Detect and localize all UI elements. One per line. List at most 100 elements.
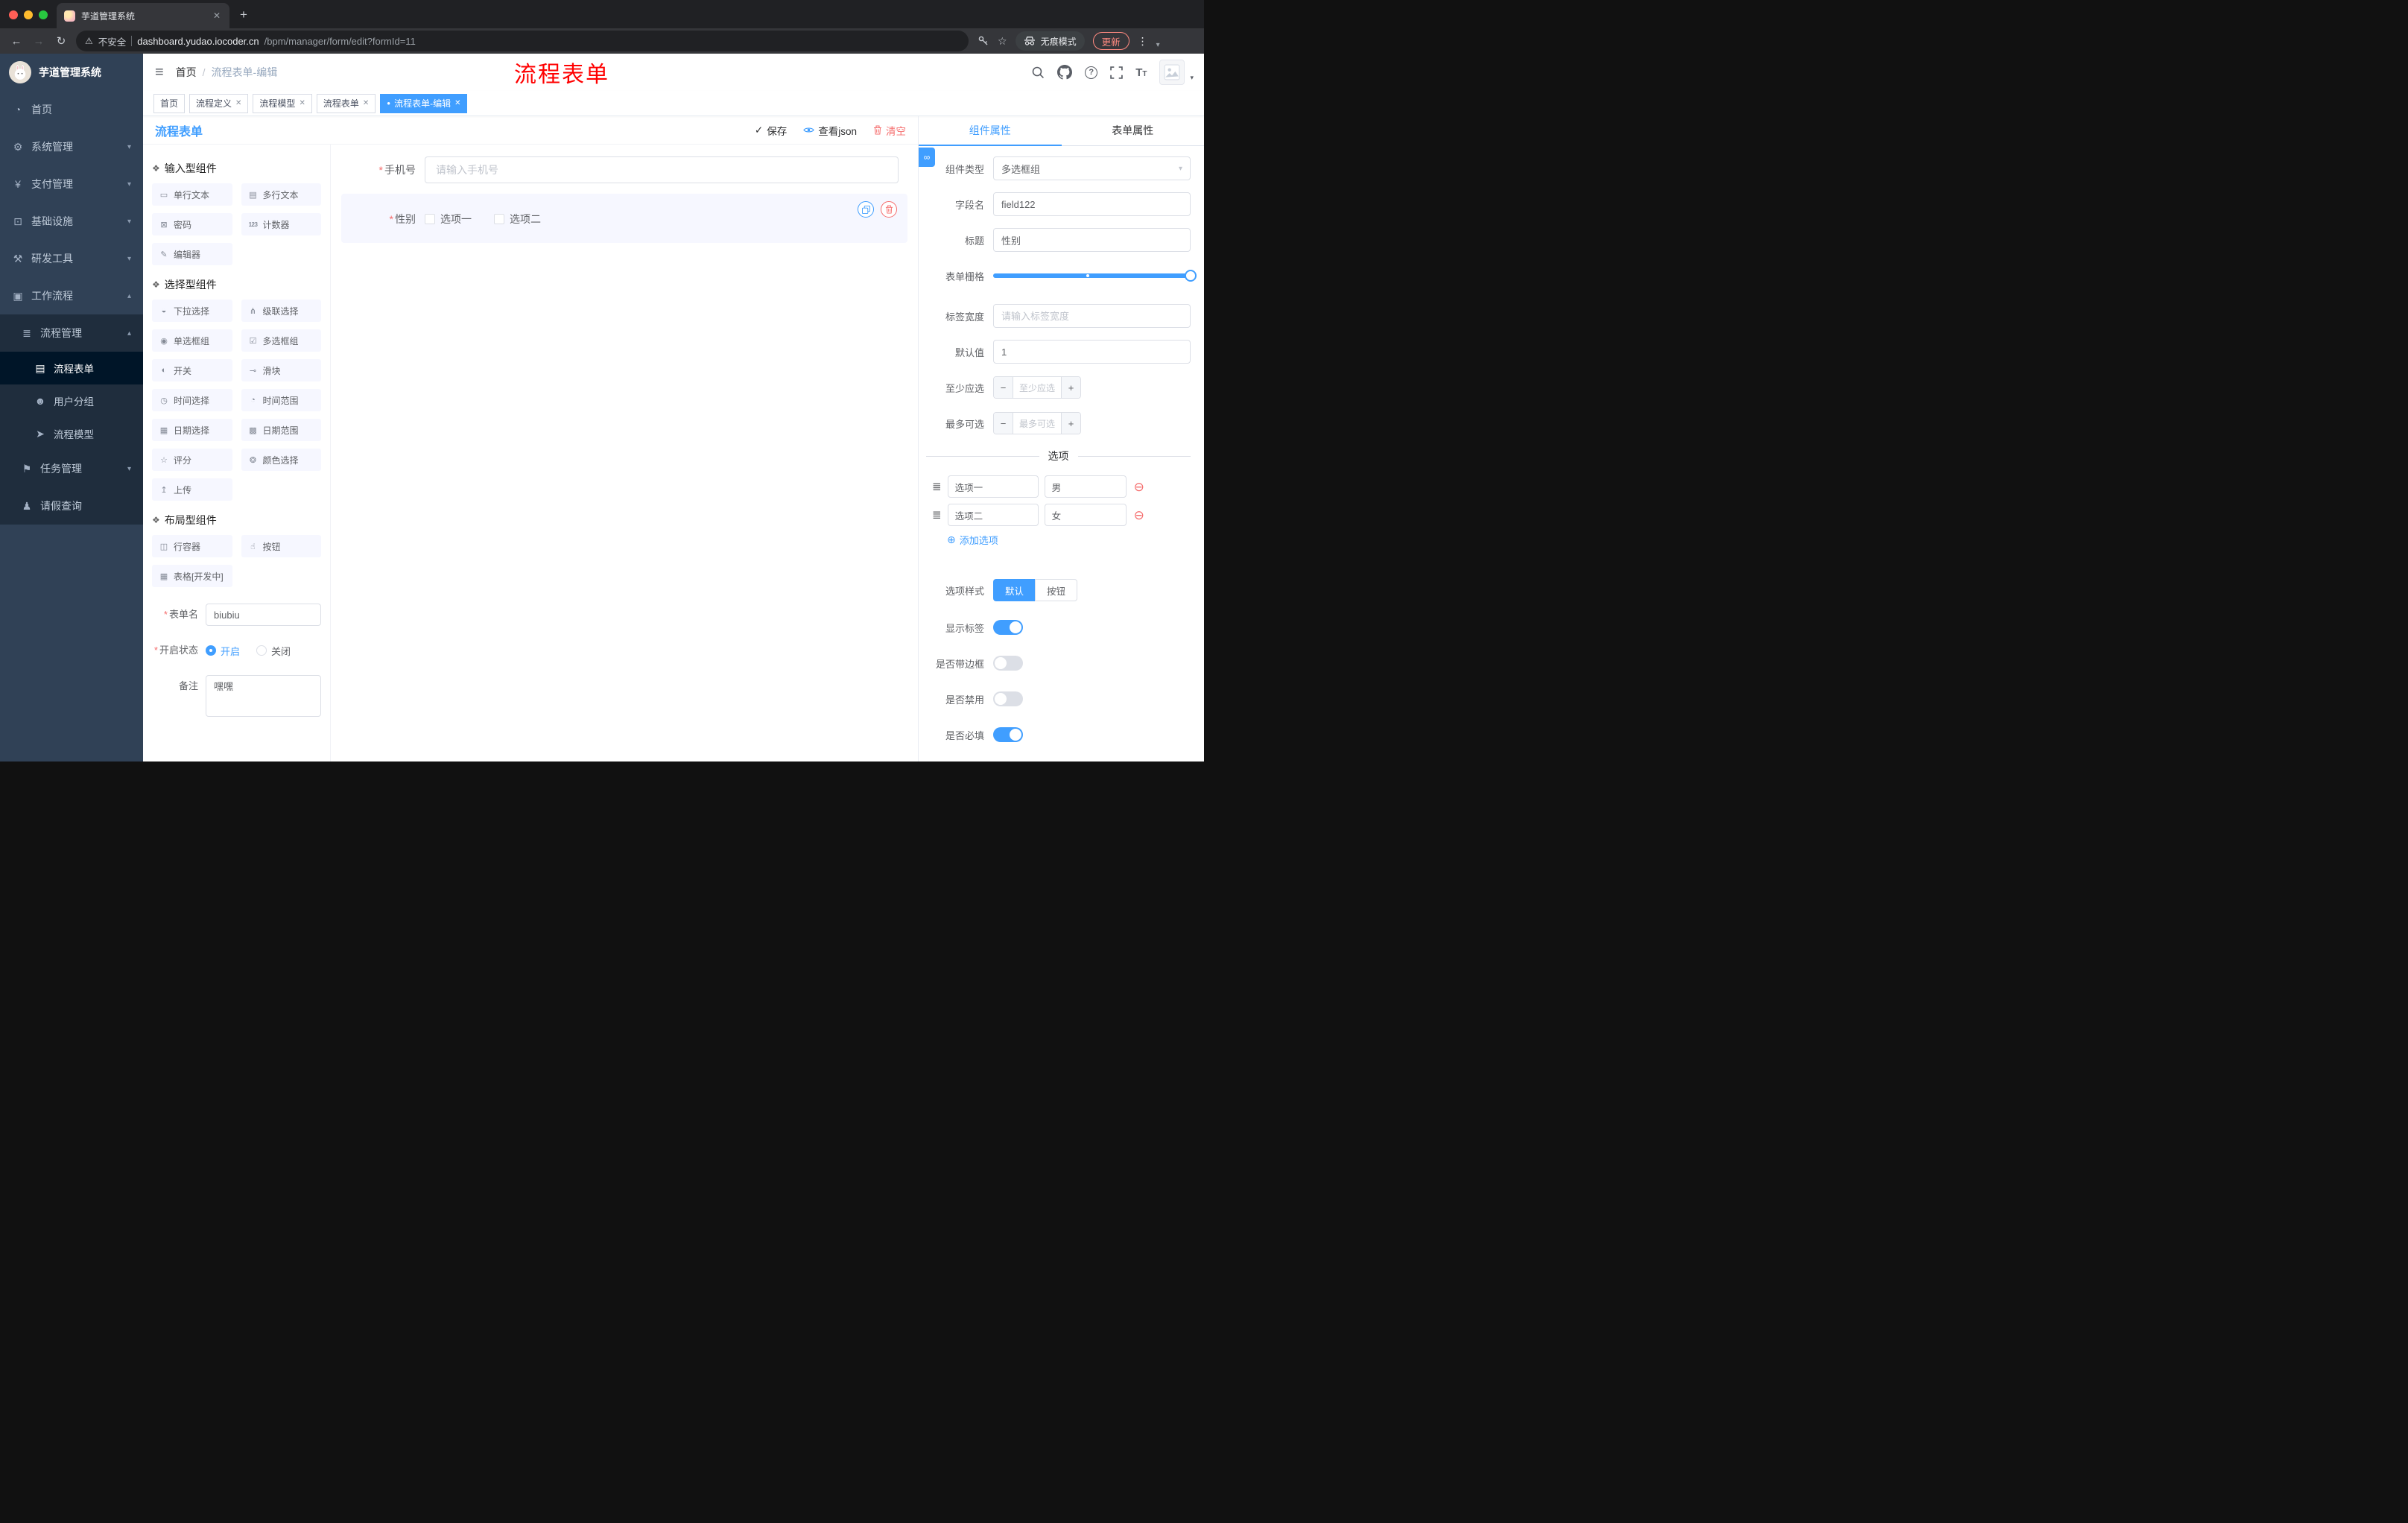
increase-button[interactable]: + xyxy=(1061,413,1080,434)
sidebar-item-process-management[interactable]: ≣ 流程管理 ▴ xyxy=(0,314,143,352)
sidebar-item-infrastructure[interactable]: ⊡ 基础设施 ▾ xyxy=(0,203,143,240)
sidebar-item-user-group[interactable]: ☻ 用户分组 xyxy=(0,384,143,417)
sidebar-item-payment[interactable]: ¥ 支付管理 ▾ xyxy=(0,165,143,203)
form-remark-textarea[interactable]: 嘿嘿 xyxy=(206,675,321,717)
component-type-select[interactable]: 多选框组 ▾ xyxy=(993,156,1191,180)
slider-thumb[interactable] xyxy=(1185,270,1197,282)
component-item[interactable]: ◔ 时间范围 xyxy=(241,389,321,411)
form-canvas[interactable]: * 手机号 请输入手机号 * 性别 选项一 选项二 xyxy=(331,145,918,762)
component-item[interactable]: 123 计数器 xyxy=(241,213,321,235)
max-select-stepper[interactable]: − 最多可选 + xyxy=(993,412,1081,434)
decrease-button[interactable]: − xyxy=(994,377,1013,398)
tag-process-definition[interactable]: 流程定义 ✕ xyxy=(189,93,249,113)
remove-option-button[interactable]: ⊖ xyxy=(1134,481,1144,493)
window-minimize-button[interactable] xyxy=(24,10,33,19)
min-select-stepper[interactable]: − 至少应选 + xyxy=(993,376,1081,399)
breadcrumb-home[interactable]: 首页 xyxy=(176,65,197,80)
add-option-button[interactable]: ⊕ 添加选项 xyxy=(947,532,1191,547)
component-item[interactable]: ☑ 多选框组 xyxy=(241,329,321,352)
tag-close-icon[interactable]: ✕ xyxy=(454,99,460,107)
component-item[interactable]: ◫ 行容器 xyxy=(152,535,232,557)
window-chevron-icon[interactable]: ▾ xyxy=(1156,41,1160,49)
component-item[interactable]: ▦ 表格[开发中] xyxy=(152,565,232,587)
password-key-icon[interactable] xyxy=(978,35,989,47)
component-item[interactable]: ◉ 单选框组 xyxy=(152,329,232,352)
required-switch[interactable] xyxy=(993,727,1023,742)
field-name-input[interactable] xyxy=(993,192,1191,216)
sidebar-item-leave-query[interactable]: ♟ 请假查询 xyxy=(0,487,143,525)
gender-option-2-checkbox[interactable]: 选项二 xyxy=(494,212,541,227)
increase-button[interactable]: + xyxy=(1061,377,1080,398)
option-style-button-button[interactable]: 按钮 xyxy=(1035,579,1078,601)
decrease-button[interactable]: − xyxy=(994,413,1013,434)
label-width-input[interactable] xyxy=(993,304,1191,328)
sidebar-item-home[interactable]: ◔ 首页 xyxy=(0,91,143,128)
clear-button[interactable]: 清空 xyxy=(873,123,906,138)
tab-close-icon[interactable]: ✕ xyxy=(212,10,222,21)
view-json-button[interactable]: 查看json xyxy=(803,123,857,138)
fullscreen-icon[interactable] xyxy=(1110,66,1123,79)
doc-link-button[interactable]: ∞ xyxy=(919,148,935,167)
reload-button[interactable]: ↻ xyxy=(51,31,72,51)
browser-menu-kebab-icon[interactable]: ⋮ xyxy=(1138,35,1148,48)
show-label-switch[interactable] xyxy=(993,620,1023,635)
tag-home[interactable]: 首页 xyxy=(153,93,186,113)
user-avatar[interactable] xyxy=(1159,60,1185,85)
drag-handle-icon[interactable]: ≣ xyxy=(932,508,942,522)
component-item[interactable]: ❂ 颜色选择 xyxy=(241,449,321,471)
back-button[interactable]: ← xyxy=(6,31,27,51)
bookmark-star-icon[interactable]: ☆ xyxy=(998,35,1007,48)
sidebar-item-devtools[interactable]: ⚒ 研发工具 ▾ xyxy=(0,240,143,277)
form-grid-slider[interactable] xyxy=(993,264,1197,288)
tag-process-form-edit[interactable]: ● 流程表单-编辑 ✕ xyxy=(380,93,468,113)
font-size-icon[interactable]: TT xyxy=(1135,66,1147,79)
component-item[interactable]: ⊸ 滑块 xyxy=(241,359,321,381)
update-button[interactable]: 更新 xyxy=(1092,32,1129,50)
option-label-input[interactable] xyxy=(947,475,1039,498)
address-bar[interactable]: ⚠ 不安全 dashboard.yudao.iocoder.cn/bpm/man… xyxy=(76,31,969,51)
sidebar-item-process-form[interactable]: ▤ 流程表单 xyxy=(0,352,143,384)
phone-input[interactable] xyxy=(425,156,899,183)
form-name-input[interactable] xyxy=(206,604,321,626)
component-item[interactable]: ⋔ 级联选择 xyxy=(241,300,321,322)
tag-process-form[interactable]: 流程表单 ✕ xyxy=(316,93,376,113)
component-item[interactable]: ◐ 开关 xyxy=(152,359,232,381)
option-style-default-button[interactable]: 默认 xyxy=(993,579,1036,601)
sidebar-toggle-button[interactable]: ≡ xyxy=(143,64,176,81)
search-icon[interactable] xyxy=(1031,66,1045,79)
disabled-switch[interactable] xyxy=(993,691,1023,706)
copy-component-button[interactable] xyxy=(858,201,874,218)
component-item[interactable]: ▩ 日期范围 xyxy=(241,419,321,441)
component-item[interactable]: ◒ 下拉选择 xyxy=(152,300,232,322)
component-item[interactable]: ▤ 多行文本 xyxy=(241,183,321,206)
component-item[interactable]: ▦ 日期选择 xyxy=(152,419,232,441)
new-tab-button[interactable]: + xyxy=(229,7,258,28)
gender-option-1-checkbox[interactable]: 选项一 xyxy=(425,212,472,227)
github-icon[interactable] xyxy=(1057,65,1073,80)
component-item[interactable]: ⊠ 密码 xyxy=(152,213,232,235)
sidebar-item-system[interactable]: ⚙ 系统管理 ▾ xyxy=(0,128,143,165)
tag-close-icon[interactable]: ✕ xyxy=(363,99,369,107)
option-value-input[interactable] xyxy=(1044,504,1127,526)
window-zoom-button[interactable] xyxy=(39,10,48,19)
component-item[interactable]: ☆ 评分 xyxy=(152,449,232,471)
tag-close-icon[interactable]: ✕ xyxy=(235,99,241,107)
status-on-radio[interactable]: 开启 xyxy=(206,644,240,658)
option-value-input[interactable] xyxy=(1044,475,1127,498)
tab-component-props[interactable]: 组件属性 xyxy=(919,116,1062,146)
min-select-value[interactable]: 至少应选 xyxy=(1013,377,1061,398)
option-label-input[interactable] xyxy=(947,504,1039,526)
delete-component-button[interactable] xyxy=(881,201,897,218)
sidebar-logo[interactable]: 芋道管理系统 xyxy=(0,54,143,91)
remove-option-button[interactable]: ⊖ xyxy=(1134,509,1144,522)
sidebar-item-task-management[interactable]: ⚑ 任务管理 ▾ xyxy=(0,450,143,487)
component-item[interactable]: ◷ 时间选择 xyxy=(152,389,232,411)
component-item[interactable]: ☝ 按钮 xyxy=(241,535,321,557)
component-item[interactable]: ↥ 上传 xyxy=(152,478,232,501)
save-button[interactable]: ✓ 保存 xyxy=(755,123,787,138)
window-close-button[interactable] xyxy=(9,10,18,19)
component-item[interactable]: ▭ 单行文本 xyxy=(152,183,232,206)
phone-field-row[interactable]: * 手机号 xyxy=(341,156,907,183)
sidebar-item-workflow[interactable]: ▣ 工作流程 ▴ xyxy=(0,277,143,314)
tab-form-props[interactable]: 表单属性 xyxy=(1062,116,1205,146)
